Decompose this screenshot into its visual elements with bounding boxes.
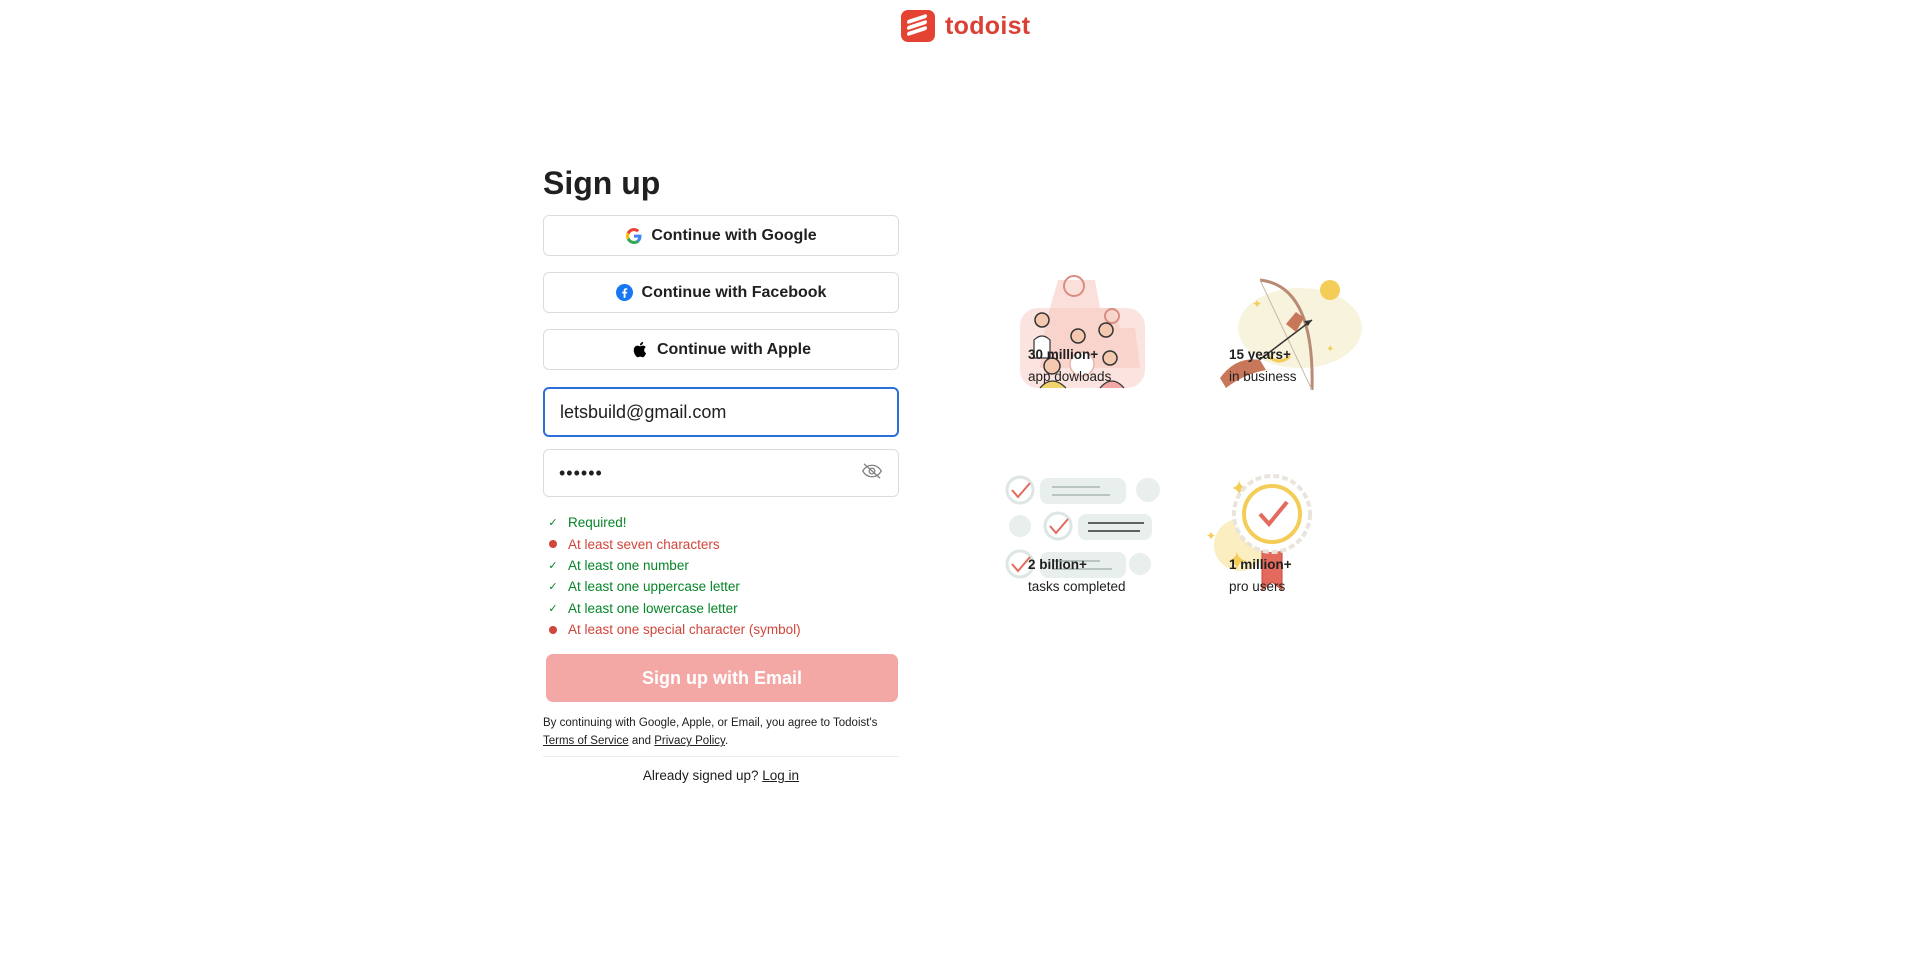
- password-field[interactable]: ••••••: [543, 449, 899, 497]
- terms-of-service-link[interactable]: Terms of Service: [543, 735, 629, 747]
- stat-pro-users: 1 million+ pro users: [1229, 557, 1292, 594]
- check-icon: ✓: [548, 517, 558, 530]
- requirement-one-number: ✓ At least one number: [543, 555, 899, 576]
- requirement-required: ✓ Required!: [543, 512, 899, 533]
- stat-app-downloads: 30 million+ app dowloads: [1028, 347, 1112, 384]
- facebook-button-label: Continue with Facebook: [641, 283, 827, 301]
- continue-with-apple-button[interactable]: Continue with Apple: [543, 329, 899, 370]
- svg-text:✦: ✦: [1206, 529, 1216, 543]
- apple-button-label: Continue with Apple: [656, 340, 812, 358]
- signup-form: Sign up Continue with Google Continue wi…: [543, 160, 899, 783]
- log-in-link[interactable]: Log in: [762, 768, 799, 783]
- password-requirements-list: ✓ Required! At least seven characters ✓ …: [543, 512, 899, 640]
- password-value: ••••••: [559, 462, 603, 483]
- svg-text:✦: ✦: [1326, 344, 1334, 355]
- stats-panel: 30 million+ app dowloads ✦ ✦ 15 years+ i…: [1000, 268, 1400, 688]
- requirement-seven-characters: At least seven characters: [543, 533, 899, 554]
- todoist-logo-icon: [901, 10, 935, 42]
- divider: [543, 756, 899, 758]
- stat-tasks-completed: 2 billion+ tasks completed: [1028, 557, 1126, 594]
- email-field[interactable]: letsbuild@gmail.com: [543, 387, 899, 437]
- sign-up-with-email-button[interactable]: Sign up with Email: [546, 654, 898, 703]
- facebook-icon: [615, 284, 633, 301]
- privacy-policy-link[interactable]: Privacy Policy: [654, 735, 725, 747]
- login-prompt: Already signed up? Log in: [642, 768, 800, 784]
- continue-with-facebook-button[interactable]: Continue with Facebook: [543, 272, 899, 313]
- page-title: Sign up: [543, 165, 661, 201]
- legal-notice: By continuing with Google, Apple, or Ema…: [543, 717, 878, 748]
- google-icon: [625, 227, 642, 244]
- todoist-logo[interactable]: todoist: [901, 8, 1030, 44]
- apple-icon: [631, 341, 648, 358]
- google-button-label: Continue with Google: [651, 226, 817, 244]
- check-icon: ✓: [548, 581, 558, 594]
- requirement-special-character: At least one special character (symbol): [543, 619, 899, 640]
- error-dot-icon: [543, 540, 563, 549]
- check-icon: ✓: [548, 602, 558, 615]
- email-value: letsbuild@gmail.com: [560, 401, 727, 422]
- svg-text:✦: ✦: [1252, 297, 1262, 311]
- check-icon: ✓: [548, 559, 558, 572]
- requirement-lowercase: ✓ At least one lowercase letter: [543, 598, 899, 619]
- brand-name: todoist: [945, 11, 1031, 40]
- stat-years-in-business: 15 years+ in business: [1229, 347, 1297, 384]
- requirement-uppercase: ✓ At least one uppercase letter: [543, 576, 899, 597]
- continue-with-google-button[interactable]: Continue with Google: [543, 215, 899, 256]
- error-dot-icon: [543, 625, 563, 634]
- toggle-password-visibility-icon[interactable]: [861, 462, 883, 484]
